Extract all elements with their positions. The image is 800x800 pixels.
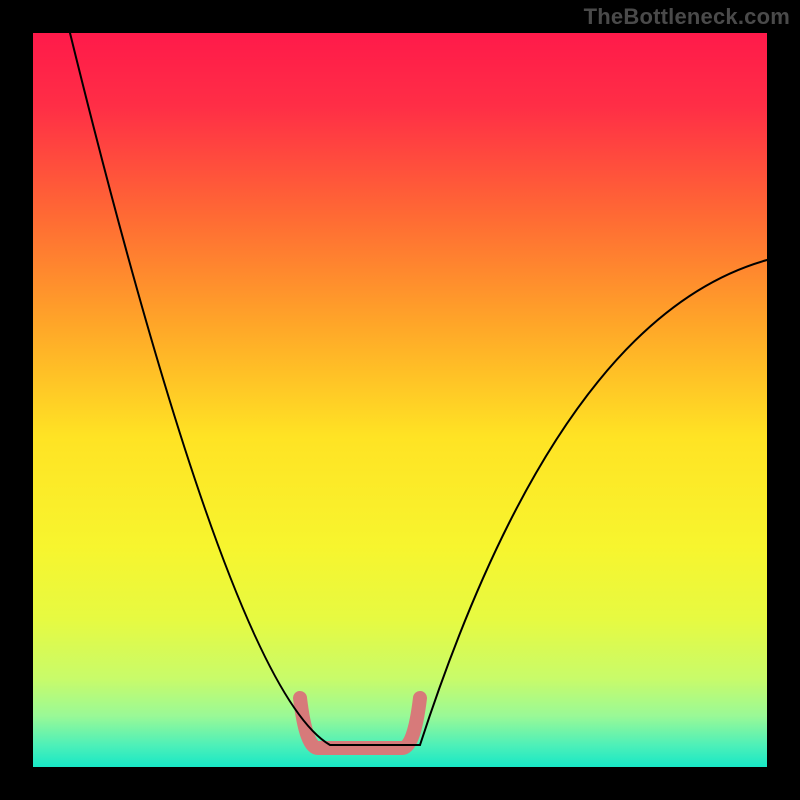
bottleneck-chart bbox=[0, 0, 800, 800]
watermark-text: TheBottleneck.com bbox=[584, 4, 790, 30]
plot-background bbox=[33, 33, 767, 767]
chart-frame: TheBottleneck.com bbox=[0, 0, 800, 800]
